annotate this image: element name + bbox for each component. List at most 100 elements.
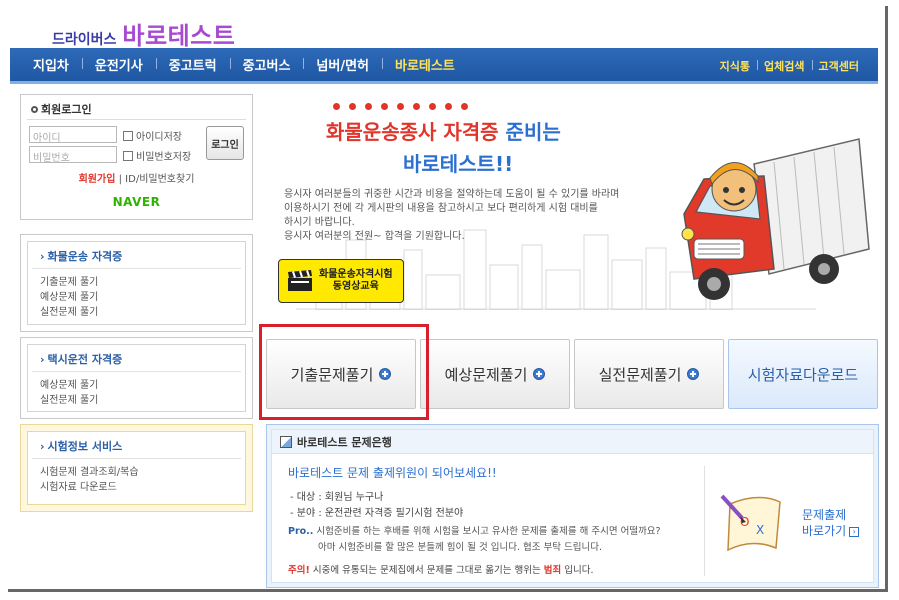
- warning-text-2: 입니다.: [561, 565, 594, 576]
- id-input[interactable]: 아이디: [29, 126, 117, 144]
- checkbox-icon: [123, 150, 133, 161]
- logo-big-text: 바로테스트: [122, 22, 236, 50]
- taxi-license-menu: › 택시운전 자격증 예상문제 풀기 실전문제 풀기: [20, 337, 253, 419]
- login-button[interactable]: 로그인: [206, 126, 244, 160]
- plus-circle-icon: [687, 368, 700, 380]
- download-materials-label: 시험자료다운로드: [747, 365, 859, 384]
- password-input[interactable]: 비밀번호: [29, 146, 117, 164]
- practice-exam-button[interactable]: 실전문제풀기: [574, 339, 724, 409]
- nav-item-used-truck[interactable]: 중고트럭: [155, 55, 230, 74]
- expected-exam-button[interactable]: 예상문제풀기: [420, 339, 570, 409]
- nav-item-used-bus[interactable]: 중고버스: [229, 55, 304, 74]
- submit-question-line1: 문제출제: [802, 508, 847, 522]
- hero-desc-line: 이용하시기 전에 각 게시판의 내용을 참고하시고 보다 편리하게 시험 대비를: [284, 203, 598, 214]
- exam-info-title[interactable]: › 시험정보 서비스: [32, 432, 241, 459]
- sidebar-item-truck-expected[interactable]: 예상문제 풀기: [40, 290, 245, 305]
- submit-question-link[interactable]: 문제출제 바로가기 ›: [802, 507, 860, 539]
- question-bank-panel: 바로테스트 문제은행 바로테스트 문제 출제위원이 되어보세요!! - 대상 :…: [266, 424, 879, 588]
- exam-info-title-text: 시험정보 서비스: [47, 440, 123, 453]
- site-logo[interactable]: 드라이버스 바로테스트: [52, 16, 235, 51]
- exam-paper-icon: O X: [720, 494, 781, 552]
- pro-text-2: 아마 시험준비를 할 많은 분들께 힘이 될 것 입니다. 협조 부탁 드립니다…: [318, 542, 602, 553]
- join-link[interactable]: 회원가입: [79, 174, 116, 185]
- chevron-right-icon: ›: [40, 440, 45, 453]
- nav-company-search[interactable]: 업체검색: [757, 58, 811, 74]
- main-nav: 지입차 운전기사 중고트럭 중고버스 넘버/면허 바로테스트 지식통 업체검색 …: [10, 48, 878, 84]
- join-row: 회원가입 | ID/비밀번호찾기: [21, 170, 252, 185]
- pro-label: Pro..: [288, 526, 314, 537]
- pro-text-1: 시험준비를 하는 후배를 위해 시험을 보시고 유사한 문제를 출제를 해 주시…: [313, 526, 661, 537]
- sidebar-item-taxi-practice[interactable]: 실전문제 풀기: [40, 393, 245, 408]
- warning-crime: 범죄: [543, 565, 562, 576]
- save-pw-label: 비밀번호저장: [136, 152, 192, 163]
- taxi-license-title[interactable]: › 택시운전 자격증: [32, 345, 241, 372]
- login-title: 회원로그인: [31, 101, 92, 117]
- warning-label: 주의!: [288, 565, 310, 576]
- video-line2: 동영상교육: [332, 281, 379, 292]
- chevron-right-icon: ›: [40, 353, 45, 366]
- save-id-checkbox[interactable]: 아이디저장: [123, 128, 182, 143]
- divider: [27, 119, 246, 120]
- nav-customer-center[interactable]: 고객센터: [811, 58, 866, 74]
- warning-text-1: 시중에 유통되는 문제집에서 문제를 그대로 옮기는 행위는: [309, 565, 544, 576]
- document-icon: [280, 435, 292, 448]
- download-materials-button[interactable]: 시험자료다운로드: [728, 339, 878, 409]
- truck-license-title-text: 화물운송 자격증: [47, 250, 123, 263]
- hero-desc-line: 응시자 여러분들의 귀중한 시간과 비용을 절약하는데 도움이 될 수 있기를 …: [284, 189, 620, 200]
- clapperboard-icon: [288, 270, 312, 291]
- hero-description: 응시자 여러분들의 귀중한 시간과 비용을 절약하는데 도움이 될 수 있기를 …: [284, 188, 694, 244]
- naver-login-button[interactable]: NAVER: [21, 195, 252, 209]
- practice-exam-label: 실전문제풀기: [598, 365, 682, 384]
- plus-circle-icon: [533, 368, 546, 380]
- pro-message: Pro.. 시험준비를 하는 후배를 위해 시험을 보시고 유사한 문제를 출제…: [288, 524, 708, 556]
- nav-item-number-license[interactable]: 넘버/면허: [303, 55, 382, 74]
- hero-desc-line: 응시자 여러분의 전원~ 합격을 기원합니다.: [284, 231, 465, 242]
- save-id-label: 아이디저장: [136, 132, 182, 143]
- truck-mascot-illustration: [681, 138, 870, 300]
- page-frame: 드라이버스 바로테스트 지입차 운전기사 중고트럭 중고버스 넘버/면허 바로테…: [8, 6, 888, 592]
- submit-question-line2: 바로가기: [802, 524, 847, 538]
- truck-license-menu: › 화물운송 자격증 기출문제 풀기 예상문제 풀기 실전문제 풀기: [20, 234, 253, 332]
- nav-knowledge[interactable]: 지식통: [713, 58, 757, 74]
- svg-text:X: X: [756, 523, 764, 537]
- circle-bullet-icon: [31, 106, 38, 113]
- title-decoration-dots: [333, 103, 468, 110]
- expected-exam-label: 예상문제풀기: [444, 365, 528, 384]
- sidebar-item-result-review[interactable]: 시험문제 결과조회/복습: [40, 465, 245, 480]
- hero-banner: 화물운송종사 자격증 준비는 바로테스트!! 응시자 여러분들의 귀중한 시간과…: [266, 94, 885, 324]
- question-bank-header: 바로테스트 문제은행: [272, 430, 873, 454]
- hero-desc-line: 하시기 바랍니다.: [284, 217, 355, 228]
- logo-small-text: 드라이버스: [52, 32, 117, 48]
- taxi-license-title-text: 택시운전 자격증: [47, 353, 123, 366]
- sidebar-item-download[interactable]: 시험자료 다운로드: [40, 480, 245, 495]
- arrow-right-icon: ›: [849, 527, 860, 537]
- sidebar-item-truck-past[interactable]: 기출문제 풀기: [40, 275, 245, 290]
- save-pw-checkbox[interactable]: 비밀번호저장: [123, 148, 191, 163]
- target-text: - 대상 : 회원님 누구나: [290, 492, 384, 503]
- login-box: 회원로그인 아이디 비밀번호 아이디저장 비밀번호저장 로그인 회원가입 | I…: [20, 94, 253, 220]
- nav-item-driver[interactable]: 운전기사: [81, 55, 156, 74]
- nav-item-jiipcha[interactable]: 지입차: [20, 55, 82, 74]
- hero-title-line2: 바로테스트!!: [403, 152, 514, 176]
- question-bank-headline[interactable]: 바로테스트 문제 출제위원이 되어보세요!!: [288, 464, 497, 481]
- divider: [704, 466, 705, 576]
- hero-title-blue: 준비는: [498, 120, 561, 144]
- hero-title-line1: 화물운송종사 자격증 준비는: [326, 116, 561, 145]
- highlight-box: [259, 324, 429, 420]
- hero-title-red: 화물운송종사 자격증: [326, 120, 499, 144]
- question-bank-details: - 대상 : 회원님 누구나 - 분야 : 운전관련 자격증 필기시험 전분야: [290, 490, 463, 522]
- sidebar-item-truck-practice[interactable]: 실전문제 풀기: [40, 305, 245, 320]
- video-line1: 화물운송자격시험: [319, 269, 393, 280]
- find-account-link[interactable]: ID/비밀번호찾기: [125, 174, 194, 185]
- sidebar-item-taxi-expected[interactable]: 예상문제 풀기: [40, 378, 245, 393]
- video-education-button[interactable]: 화물운송자격시험 동영상교육: [278, 259, 404, 303]
- exam-info-menu: › 시험정보 서비스 시험문제 결과조회/복습 시험자료 다운로드: [20, 424, 253, 512]
- checkbox-icon: [123, 130, 133, 141]
- login-title-text: 회원로그인: [41, 103, 92, 116]
- question-bank-title: 바로테스트 문제은행: [297, 435, 392, 449]
- chevron-right-icon: ›: [40, 250, 45, 263]
- truck-license-title[interactable]: › 화물운송 자격증: [32, 242, 241, 269]
- field-text: - 분야 : 운전관련 자격증 필기시험 전분야: [290, 508, 464, 519]
- nav-item-barotest[interactable]: 바로테스트: [382, 55, 468, 74]
- warning-message: 주의! 시중에 유통되는 문제집에서 문제를 그대로 옮기는 행위는 범죄 입니…: [288, 562, 594, 576]
